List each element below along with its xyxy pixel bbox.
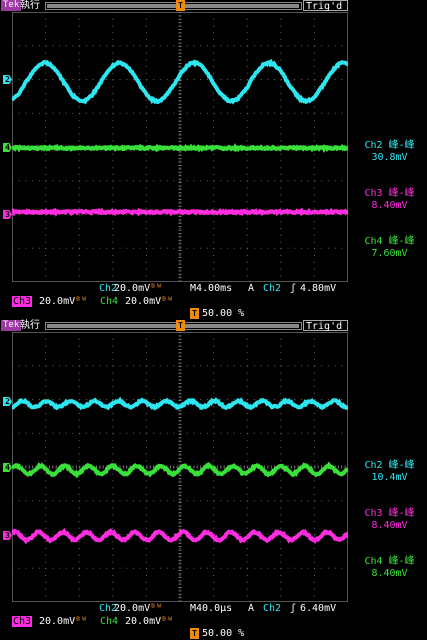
acquisition-mode: A — [248, 603, 254, 614]
ch3-measurement: Ch3 峰-峰 8.40mV — [352, 508, 427, 532]
ch4-scale: 20.0mVᴮᵂ — [123, 296, 191, 307]
ch4-measurement: Ch4 峰-峰 8.40mV — [352, 556, 427, 580]
record-fill — [47, 4, 299, 8]
ch4-label: Ch4 — [99, 616, 119, 627]
record-fill — [47, 324, 299, 328]
trigger-source: Ch2 — [262, 283, 282, 294]
status-header: Tek 執行 T Trig'd — [0, 320, 427, 332]
scope-screen-1: Tek 執行 T Trig'd 2 4 3 Ch2 峰-峰 30.8mV Ch3… — [0, 0, 427, 320]
ch3-label: Ch3 — [12, 616, 32, 627]
graticule-1 — [12, 12, 348, 282]
ch2-ground-marker: 2 — [3, 75, 12, 84]
ch3-scale-value: 20.0mV — [39, 296, 75, 307]
brand-logo: Tek — [1, 320, 21, 331]
ch3-waveform — [12, 211, 348, 213]
ch2-scale-value: 20.0mV — [114, 283, 150, 294]
ch3-ground-marker: 3 — [3, 210, 12, 219]
ch4-scale-value: 20.0mV — [125, 296, 161, 307]
ch2-waveform — [12, 62, 348, 102]
trigger-position-icon: T — [176, 0, 185, 11]
ch4-ground-marker: 4 — [3, 463, 12, 472]
ch3-ground-marker: 3 — [3, 531, 12, 540]
measurement-label: Ch3 峰-峰 — [352, 508, 427, 520]
trigger-slope-icon: ʃ — [290, 603, 296, 614]
trigger-position: 50.00 % — [202, 308, 244, 319]
ch2-measurement: Ch2 峰-峰 30.8mV — [352, 140, 427, 164]
ch2-measurement: Ch2 峰-峰 10.4mV — [352, 460, 427, 484]
ch2-ground-marker: 2 — [3, 397, 12, 406]
scope-screen-2: Tek 執行 T Trig'd 2 4 3 Ch2 峰-峰 10.4mV Ch3… — [0, 320, 427, 640]
bw-limit-icon: ᴮᵂ — [75, 296, 87, 307]
ch3-label: Ch3 — [12, 296, 32, 307]
trigger-position-icon: T — [190, 308, 199, 319]
ch3-scale-value: 20.0mV — [39, 616, 75, 627]
trigger-status: Trig'd — [303, 0, 348, 11]
measurement-label: Ch2 峰-峰 — [352, 140, 427, 152]
bw-limit-icon: ᴮᵂ — [75, 616, 87, 627]
settings-footer: Ch2 20.0mVᴮᵂ M4.00ms A Ch2 ʃ 4.80mV Ch3 … — [0, 282, 427, 316]
trigger-position-icon: T — [176, 320, 185, 331]
bw-limit-icon: ᴮᵂ — [150, 603, 162, 614]
trigger-status: Trig'd — [303, 320, 348, 331]
ch3-scale: 20.0mVᴮᵂ — [37, 616, 99, 627]
ch4-label: Ch4 — [99, 296, 119, 307]
trigger-level: 4.80mV — [300, 283, 336, 294]
ch4-scale: 20.0mVᴮᵂ — [123, 616, 191, 627]
measurement-value: 10.4mV — [352, 472, 427, 484]
timebase: M40.0µs — [190, 603, 232, 614]
trigger-level: 6.40mV — [300, 603, 336, 614]
measurement-value: 8.40mV — [352, 200, 427, 212]
measurement-label: Ch4 峰-峰 — [352, 236, 427, 248]
acquisition-mode: A — [248, 283, 254, 294]
settings-footer: Ch2 20.0mVᴮᵂ M40.0µs A Ch2 ʃ 6.40mV Ch3 … — [0, 602, 427, 636]
trigger-position-icon: T — [190, 628, 199, 639]
ch3-scale: 20.0mVᴮᵂ — [37, 296, 99, 307]
ch4-waveform — [12, 147, 348, 149]
run-state: 執行 — [20, 320, 40, 332]
bw-limit-icon: ᴮᵂ — [161, 616, 173, 627]
ch2-scale-value: 20.0mV — [114, 603, 150, 614]
trigger-position: 50.00 % — [202, 628, 244, 639]
bw-limit-icon: ᴮᵂ — [150, 283, 162, 294]
measurement-label: Ch3 峰-峰 — [352, 188, 427, 200]
ch4-measurement: Ch4 峰-峰 7.60mV — [352, 236, 427, 260]
record-position-bar — [45, 322, 302, 330]
measurement-value: 30.8mV — [352, 152, 427, 164]
measurement-value: 8.40mV — [352, 568, 427, 580]
graticule-2 — [12, 332, 348, 602]
ch4-ground-marker: 4 — [3, 143, 12, 152]
bw-limit-icon: ᴮᵂ — [161, 296, 173, 307]
measurement-value: 7.60mV — [352, 248, 427, 260]
measurement-label: Ch4 峰-峰 — [352, 556, 427, 568]
ch2-scale: 20.0mVᴮᵂ — [112, 283, 190, 294]
trigger-slope-icon: ʃ — [290, 283, 296, 294]
trigger-source: Ch2 — [262, 603, 282, 614]
timebase: M4.00ms — [190, 283, 232, 294]
ch3-measurement: Ch3 峰-峰 8.40mV — [352, 188, 427, 212]
ch2-scale: 20.0mVᴮᵂ — [112, 603, 190, 614]
ch4-scale-value: 20.0mV — [125, 616, 161, 627]
run-state: 執行 — [20, 0, 40, 12]
measurement-label: Ch2 峰-峰 — [352, 460, 427, 472]
status-header: Tek 執行 T Trig'd — [0, 0, 427, 12]
record-position-bar — [45, 2, 302, 10]
brand-logo: Tek — [1, 0, 21, 11]
measurement-value: 8.40mV — [352, 520, 427, 532]
